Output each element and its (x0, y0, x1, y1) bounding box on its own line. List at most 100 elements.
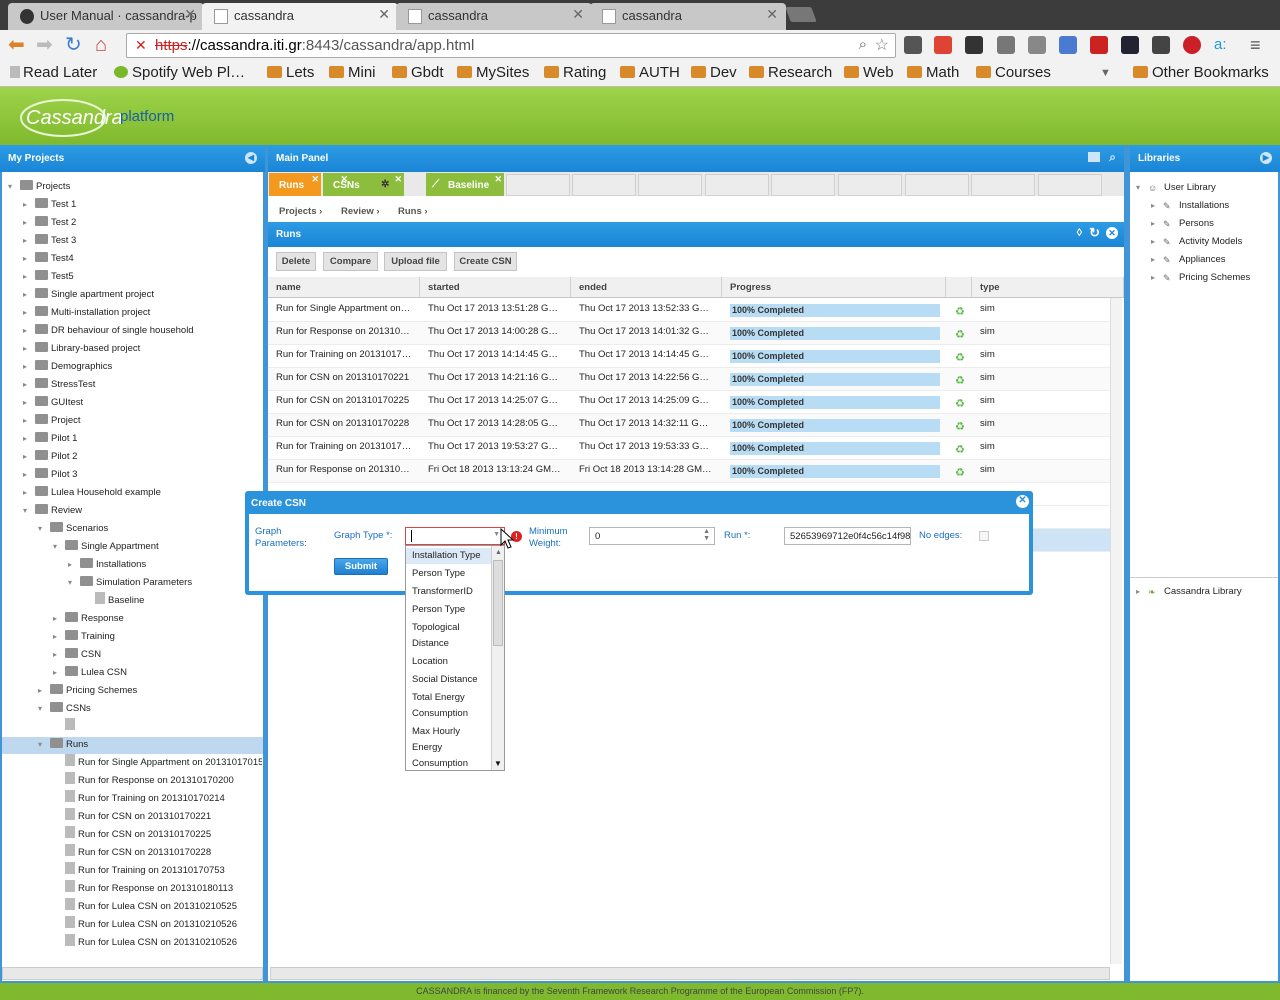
dropdown-option[interactable]: TransformerID (406, 584, 492, 600)
browser-tab[interactable]: cassandra ✕ (396, 3, 592, 30)
dropper-icon[interactable] (1028, 36, 1046, 54)
submit-button[interactable]: Submit (334, 558, 388, 575)
chevron-right-icon[interactable]: ▸ (1151, 233, 1161, 251)
column-header-type[interactable]: type (972, 277, 1124, 298)
tree-item[interactable]: ▸ Test 3 (23, 232, 76, 250)
chevron-icon[interactable]: ▸ (38, 682, 48, 700)
chevron-down-icon[interactable]: ▼ (494, 759, 502, 768)
chevron-icon[interactable]: ▸ (23, 340, 33, 358)
close-icon[interactable]: ✕ (572, 6, 584, 23)
chevron-icon[interactable]: ▸ (23, 322, 33, 340)
recycle-icon[interactable]: ♻ (955, 351, 965, 364)
table-row[interactable]: Run for CSN on 201310170221 Thu Oct 17 20… (268, 368, 1110, 391)
recycle-icon[interactable]: ♻ (955, 443, 965, 456)
tree-item[interactable]: ▸ Test 2 (23, 214, 76, 232)
tree-item[interactable]: ▾ Review (23, 502, 82, 520)
table-row[interactable]: Run for Response on 201310… Thu Oct 17 20… (268, 322, 1110, 345)
tree-item[interactable] (53, 718, 78, 736)
chevron-icon[interactable]: ▾ (38, 736, 48, 754)
home-icon[interactable]: ⌂ (95, 34, 107, 56)
column-header-started[interactable]: started (420, 277, 571, 298)
tree-item[interactable]: Run for Single Appartment on 20131017015 (53, 754, 262, 772)
table-row[interactable]: Run for Training on 20131017… Thu Oct 17 … (268, 437, 1110, 460)
chevron-down-icon[interactable]: ▾ (1136, 179, 1146, 197)
recycle-icon[interactable]: ♻ (955, 397, 965, 410)
dropdown-option[interactable]: Topological (406, 620, 492, 636)
bookmark-folder[interactable]: Math (907, 64, 959, 81)
chevron-icon[interactable]: ▾ (38, 700, 48, 718)
tree-item[interactable]: Run for Training on 201310170214 (53, 790, 225, 808)
close-icon[interactable]: ✕ (311, 174, 319, 185)
tree-item[interactable]: ▸ Installations (68, 556, 146, 574)
search-icon[interactable]: ⌕ (1109, 150, 1116, 165)
back-icon[interactable]: ⬅ (8, 34, 25, 56)
dropdown-scrollbar[interactable]: ▲ ▼ (491, 546, 504, 770)
tree-item[interactable]: ▸ DR behaviour of single household (23, 322, 194, 340)
star-icon[interactable]: ☆ (875, 35, 889, 55)
tree-item[interactable]: ▸ Pilot 2 (23, 448, 77, 466)
chevron-down-icon[interactable]: ▼ (1100, 67, 1111, 79)
tree-item[interactable]: ▸ Test5 (23, 268, 74, 286)
dropdown-option[interactable]: Max Hourly (406, 724, 492, 740)
search-icon[interactable]: ⌕ (859, 36, 867, 53)
bookmark-folder[interactable]: AUTH (620, 64, 680, 81)
chevron-icon[interactable]: ▾ (23, 502, 33, 520)
breadcrumb-review[interactable]: Review › (341, 206, 380, 217)
url-input[interactable]: ✕ https://cassandra.iti.gr:8443/cassandr… (126, 33, 896, 58)
chevron-right-icon[interactable]: ▸ (1151, 251, 1161, 269)
flag-icon[interactable] (1121, 36, 1139, 54)
column-header-name[interactable]: name (268, 277, 420, 298)
tree-item[interactable]: Run for CSN on 201310170221 (53, 808, 211, 826)
stepper-arrows-icon[interactable]: ▲ ▼ (703, 528, 710, 542)
chevron-icon[interactable]: ▸ (53, 664, 63, 682)
compare-button[interactable]: Compare (323, 252, 378, 271)
dropdown-option[interactable]: Installation Type (406, 548, 492, 564)
browser-tab[interactable]: cassandra ✕ (590, 3, 786, 30)
chevron-down-icon[interactable]: ▼ (493, 531, 500, 538)
tree-item[interactable]: Run for CSN on 201310170225 (53, 826, 211, 844)
chevron-icon[interactable]: ▸ (68, 556, 78, 574)
collapse-icon[interactable]: ◀ (245, 152, 257, 164)
tree-item[interactable]: ▾ Single Appartment (53, 538, 159, 556)
chevron-icon[interactable]: ▸ (23, 268, 33, 286)
close-icon[interactable]: ✕ (494, 174, 502, 185)
chevron-icon[interactable]: ▸ (23, 196, 33, 214)
close-icon[interactable]: ✕ (184, 6, 196, 23)
bookmark-folder[interactable]: Other Bookmarks (1133, 64, 1269, 81)
chevron-icon[interactable]: ▸ (53, 628, 63, 646)
recycle-icon[interactable]: ♻ (955, 466, 965, 479)
dropdown-option[interactable]: Total Energy (406, 690, 492, 706)
chevron-right-icon[interactable]: ▸ (1136, 583, 1146, 601)
tree-item[interactable]: ▸ Pilot 1 (23, 430, 77, 448)
reload-icon[interactable]: ↻ (65, 34, 82, 56)
tree-item[interactable]: ▸ ✎ Pricing Schemes (1151, 269, 1250, 287)
pinterest-icon[interactable] (1183, 36, 1201, 54)
breadcrumb-projects[interactable]: Projects › (279, 206, 322, 217)
tree-item[interactable]: ▾ ☺ User Library (1136, 179, 1216, 197)
bookmark-item[interactable]: Read Later (8, 64, 97, 81)
tree-item[interactable]: ▸ Single apartment project (23, 286, 154, 304)
tree-item[interactable]: Run for Response on 201310180113 (53, 880, 233, 898)
dropdown-option[interactable]: Social Distance (406, 672, 492, 688)
tree-item[interactable]: ▸ Demographics (23, 358, 112, 376)
dropdown-option[interactable]: Person Type (406, 602, 492, 618)
bookmark-item[interactable]: Spotify Web Pl… (114, 64, 245, 81)
refresh-icon[interactable]: ↻ (1089, 225, 1100, 241)
dropdown-option[interactable]: Distance (406, 636, 492, 652)
tree-item[interactable]: ▸ Pricing Schemes (38, 682, 137, 700)
close-icon[interactable]: ✕ (394, 174, 402, 185)
tab-runs[interactable]: Runs ✕ (269, 173, 321, 196)
chevron-icon[interactable]: ▸ (23, 394, 33, 412)
close-icon[interactable]: ✕ (1106, 227, 1118, 239)
tree-item[interactable]: ▸ Lulea Household example (23, 484, 161, 502)
horizontal-scrollbar[interactable] (270, 967, 1110, 980)
dropdown-option[interactable]: Energy (406, 740, 492, 756)
tree-item[interactable]: ▸ Test 1 (23, 196, 76, 214)
tab-baseline[interactable]: ⟋ Baseline ✕ (426, 173, 504, 196)
browser-tab[interactable]: User Manual · cassandra-p ✕ (8, 3, 204, 30)
table-row[interactable]: Run for CSN on 201310170228 Thu Oct 17 20… (268, 414, 1110, 437)
drop-icon[interactable]: ◊ (1077, 227, 1082, 239)
table-row[interactable]: Run for Single Appartment on… Thu Oct 17 … (268, 299, 1110, 322)
chevron-icon[interactable]: ▸ (23, 250, 33, 268)
chevron-icon[interactable]: ▸ (23, 484, 33, 502)
